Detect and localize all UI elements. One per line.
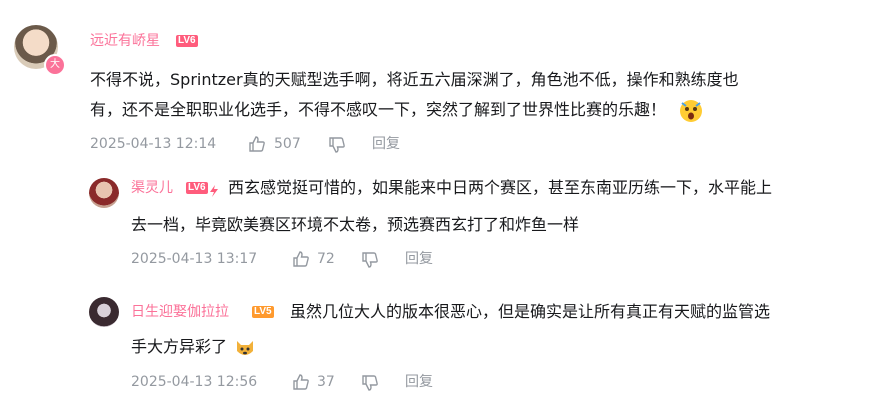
surprised-face-icon [679, 99, 703, 123]
reply-text-continued: 手大方异彩了 [131, 332, 871, 362]
like-icon[interactable] [248, 135, 266, 159]
reply-text: 西玄感觉挺可惜的，如果能来中日两个赛区，甚至东南亚历练一下，水平能上 [228, 178, 773, 197]
vip-badge-icon: 大 [44, 54, 66, 76]
username[interactable]: 日生迎娶伽拉拉 [131, 302, 229, 322]
dislike-icon[interactable] [361, 251, 379, 275]
reply-button[interactable]: 回复 [405, 249, 433, 269]
reply-button[interactable]: 回复 [372, 134, 400, 154]
like-count: 507 [274, 136, 301, 152]
username[interactable]: 远近有峤星 [90, 31, 160, 51]
like-icon[interactable] [292, 250, 310, 274]
avatar[interactable] [89, 297, 119, 327]
like-count: 72 [317, 251, 335, 267]
reply-meta: 2025-04-13 12:56 37 回复 [131, 372, 531, 392]
timestamp: 2025-04-13 12:56 [131, 374, 258, 390]
like-icon[interactable] [292, 373, 310, 397]
timestamp: 2025-04-13 13:17 [131, 251, 258, 267]
avatar[interactable] [89, 178, 119, 208]
reply-text-continued: 去一档，毕竟欧美赛区环境不太卷，预选赛西玄打了和炸鱼一样 [131, 215, 580, 234]
reply-text: 虽然几位大人的版本很恶心，但是确实是让所有真正有天赋的监管选 [290, 302, 771, 321]
comment-meta: 2025-04-13 12:14 507 回复 [90, 134, 490, 154]
like-count: 37 [317, 374, 335, 390]
level-badge: LV5 [252, 306, 274, 318]
dislike-icon[interactable] [328, 136, 346, 160]
level-badge: LV6 [176, 35, 198, 47]
level-badge: LV6 [186, 182, 208, 194]
reply-item: 渠灵儿 LV6 西玄感觉挺可惜的，如果能来中日两个赛区，甚至东南亚历练一下，水平… [0, 170, 885, 285]
username[interactable]: 渠灵儿 [131, 178, 173, 198]
comment-text: 不得不说，Sprintzer真的天赋型选手啊，将近五六届深渊了，角色池不低，操作… [90, 65, 870, 125]
dog-face-icon [234, 337, 256, 359]
comment-main: 大 远近有峤星 LV6 不得不说，Sprintzer真的天赋型选手啊，将近五六届… [0, 0, 885, 170]
lightning-icon [209, 182, 219, 197]
reply-item: 日生迎娶伽拉拉 LV5 虽然几位大人的版本很恶心，但是确实是让所有真正有天赋的监… [0, 285, 885, 401]
reply-button[interactable]: 回复 [405, 372, 433, 392]
timestamp: 2025-04-13 12:14 [90, 136, 217, 152]
dislike-icon[interactable] [361, 374, 379, 398]
reply-meta: 2025-04-13 13:17 72 回复 [131, 249, 531, 269]
